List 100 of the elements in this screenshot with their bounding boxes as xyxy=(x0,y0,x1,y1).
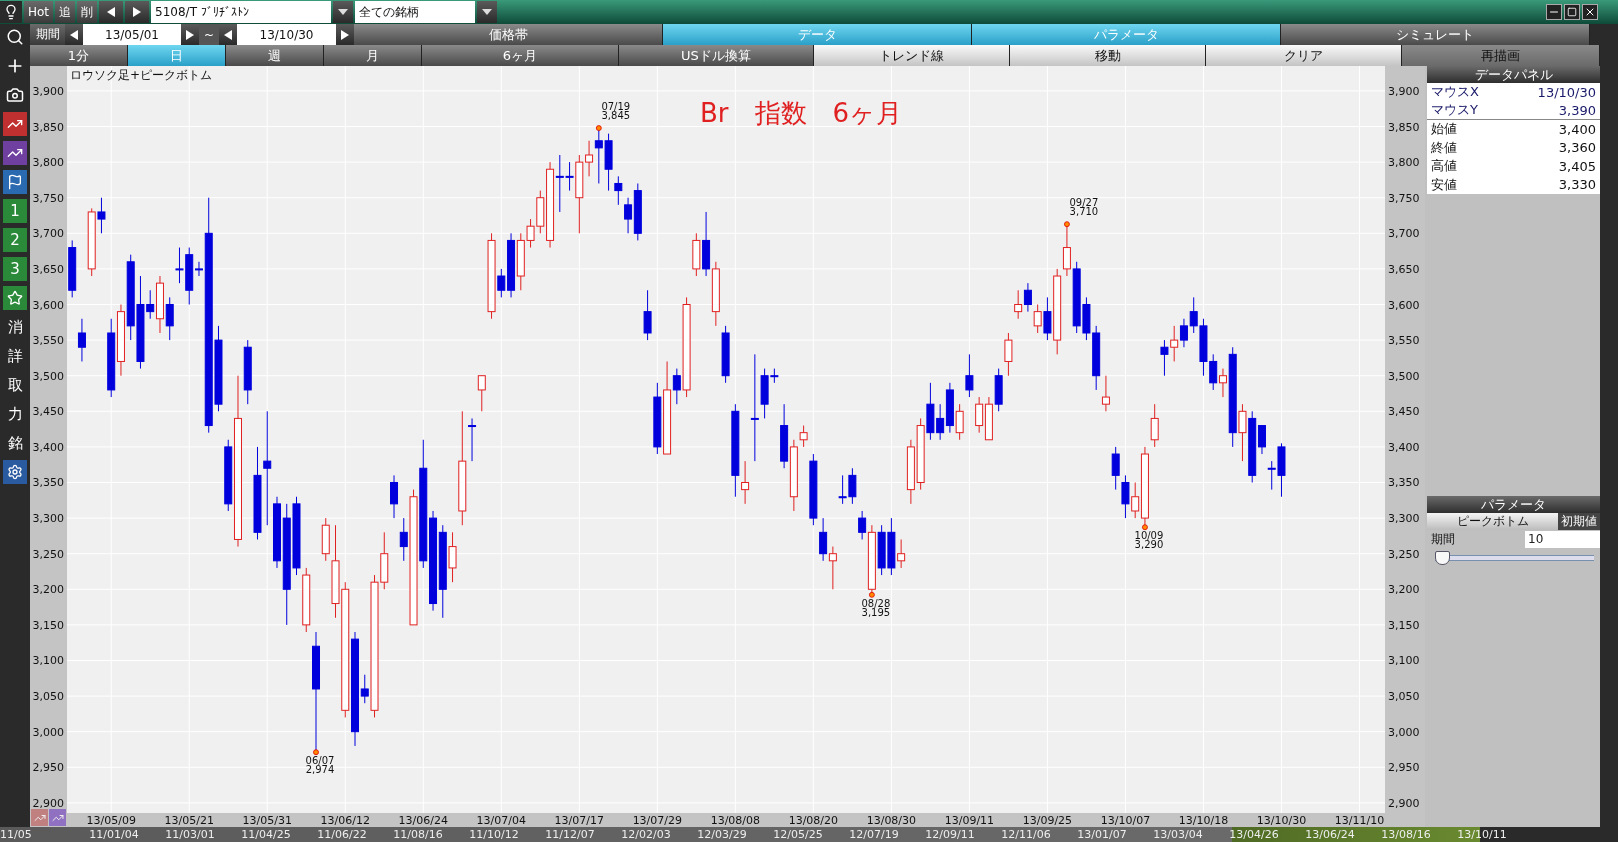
action-button[interactable]: 移動 xyxy=(1010,45,1206,66)
chart-title: ロウソク足+ピークボトム xyxy=(70,68,213,82)
date-label: 11/12/07 xyxy=(544,827,596,842)
candlestick xyxy=(1179,318,1188,348)
date-label: 11/04/25 xyxy=(240,827,292,842)
interval-tab[interactable]: 月 xyxy=(324,45,422,66)
y-axis-label: 3,900 xyxy=(32,84,64,98)
maximize-icon xyxy=(1567,7,1577,17)
marker-value-label: 3,195 xyxy=(861,606,891,618)
candlestick xyxy=(165,296,174,341)
data-value: 3,405 xyxy=(1558,158,1596,174)
toolbar-button[interactable]: 追 xyxy=(55,1,76,23)
y-axis-label: 3,350 xyxy=(32,476,64,490)
x-axis-label: 13/07/29 xyxy=(632,814,683,827)
data-value: 3,400 xyxy=(1558,121,1596,137)
date-label: 12/09/11 xyxy=(924,827,976,842)
chart-overlay-title: Br 指数 6ヶ月 xyxy=(700,98,903,128)
dropdown-button[interactable] xyxy=(333,1,354,23)
flag-button[interactable] xyxy=(3,170,27,194)
date-label: 13/01/07 xyxy=(1076,827,1128,842)
close-icon xyxy=(1584,6,1596,18)
field-label: 期間 xyxy=(1431,531,1455,548)
close-button[interactable] xyxy=(1582,4,1598,20)
mode-tab[interactable]: 価格帯 xyxy=(354,24,663,45)
date-label: 13/04/26 xyxy=(1228,827,1280,842)
next-button[interactable] xyxy=(181,24,199,45)
slider-thumb[interactable] xyxy=(1435,551,1450,565)
date-label: 12/07/19 xyxy=(848,827,900,842)
marker-date-label: 08/28 xyxy=(861,597,891,609)
preset-button[interactable]: 3 xyxy=(3,257,27,281)
x-axis-label: 13/07/17 xyxy=(554,814,604,827)
y-axis-label: 3,850 xyxy=(1388,120,1420,134)
candlestick xyxy=(643,289,652,341)
date-label: 11/05 xyxy=(0,827,33,842)
interval-tab[interactable]: USドル換算 xyxy=(619,45,814,66)
interval-tab[interactable]: 週 xyxy=(226,45,324,66)
toolbar-button[interactable]: Hot xyxy=(24,1,54,23)
x-axis-label: 13/05/31 xyxy=(242,814,292,827)
chart-button[interactable] xyxy=(3,112,27,136)
candlestick xyxy=(848,467,857,505)
symbol-field[interactable]: 5108/T ﾌﾞﾘﾁﾞｽﾄﾝ xyxy=(151,1,332,23)
end-date-field[interactable]: 13/10/30 xyxy=(237,24,336,45)
timeline-navigator[interactable]: 11/05 11/01/04 11/03/01 11/04/25 11/06/22 11/08/16 11/10/12 11/12/07 12/02/03 12/03/29 12/05/25 12/07/19 12/09/11 12/11/06 13/01/07 13/03/04 13/04/26 13/06/24 13/08/16 13/10/11 xyxy=(0,827,1618,842)
left-triangle-icon xyxy=(107,7,116,17)
universe-field[interactable]: 全ての銘柄 xyxy=(355,1,476,23)
date-label: 12/05/25 xyxy=(772,827,824,842)
maximize-button[interactable] xyxy=(1564,4,1580,20)
y-axis-label: 3,400 xyxy=(1388,440,1420,454)
y-axis-label: 3,150 xyxy=(1388,618,1420,632)
settings-button[interactable] xyxy=(3,460,27,484)
peak-marker xyxy=(1142,524,1148,531)
y-axis-label: 3,100 xyxy=(32,654,64,668)
y-axis-label: 3,450 xyxy=(1388,405,1420,419)
action-button[interactable]: トレンド線 xyxy=(814,45,1010,66)
marker-value-label: 3,845 xyxy=(601,110,631,122)
next-button[interactable] xyxy=(336,24,354,45)
date-label: 11/01/04 xyxy=(88,827,140,842)
y-axis-label: 3,750 xyxy=(1388,191,1420,205)
previous-button[interactable] xyxy=(219,24,237,45)
reset-button[interactable]: 初期値 xyxy=(1558,513,1600,530)
interval-tab[interactable]: 1分 xyxy=(30,45,128,66)
preset-button[interactable]: 1 xyxy=(3,199,27,223)
date-label: 12/11/06 xyxy=(1000,827,1052,842)
action-button[interactable]: クリア xyxy=(1206,45,1402,66)
next-button[interactable] xyxy=(125,1,150,23)
date-label: 11/06/22 xyxy=(316,827,368,842)
previous-button[interactable] xyxy=(65,24,83,45)
y-axis-label: 3,300 xyxy=(32,512,64,526)
y-axis-label: 3,000 xyxy=(32,725,64,739)
mode-tab[interactable]: シミュレート xyxy=(1281,24,1590,45)
y-axis-label: 3,100 xyxy=(1388,654,1420,668)
data-label: 始値 xyxy=(1431,120,1457,139)
data-label: マウスX xyxy=(1431,83,1479,102)
star-button[interactable] xyxy=(3,286,27,310)
data-value: 3,360 xyxy=(1558,140,1596,156)
candlestick xyxy=(77,318,86,362)
peak-marker xyxy=(595,125,602,131)
data-label: 終値 xyxy=(1431,138,1457,157)
y-axis-label: 2,950 xyxy=(1388,761,1420,775)
date-label: 11/03/01 xyxy=(164,827,216,842)
action-button[interactable]: 再描画 xyxy=(1402,45,1600,66)
x-axis-label: 13/07/04 xyxy=(476,814,526,827)
y-axis-label: 3,550 xyxy=(1388,334,1420,348)
data-value: 3,330 xyxy=(1558,177,1596,193)
previous-button[interactable] xyxy=(99,1,124,23)
date-label: 11/08/16 xyxy=(392,827,444,842)
toolbar-button[interactable]: 削 xyxy=(77,1,98,23)
interval-tab[interactable]: 6ヶ月 xyxy=(422,45,619,66)
period-label: 期間 xyxy=(30,24,65,45)
lightbulb-icon xyxy=(3,4,19,20)
minimize-button[interactable] xyxy=(1546,4,1562,20)
chart-button[interactable] xyxy=(3,141,27,165)
start-date-field[interactable]: 13/05/01 xyxy=(83,24,181,45)
x-axis-label: 13/10/30 xyxy=(1256,814,1307,827)
period-input-field[interactable]: 10 xyxy=(1525,531,1600,548)
preset-button[interactable]: 2 xyxy=(3,228,27,252)
dropdown-button[interactable] xyxy=(477,1,498,23)
y-axis-label: 3,650 xyxy=(1388,262,1420,276)
lightbulb-button[interactable] xyxy=(0,1,22,23)
y-axis-label: 3,600 xyxy=(1388,298,1420,312)
